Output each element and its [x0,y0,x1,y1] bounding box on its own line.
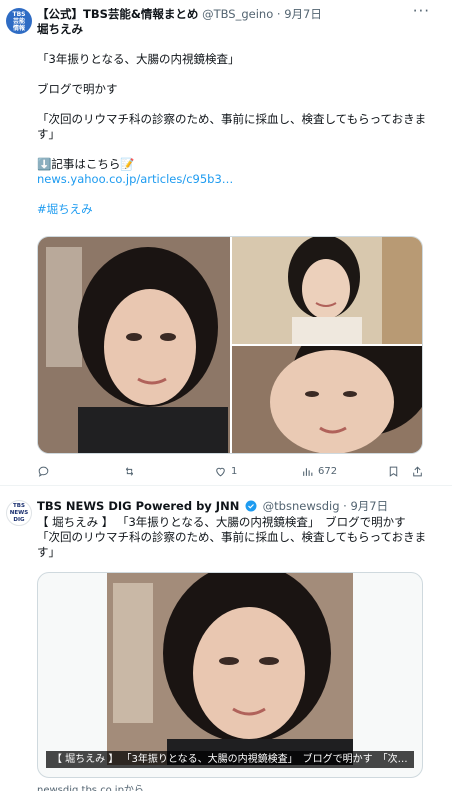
tbs-geino-avatar[interactable]: TBS 芸能 情報 [6,8,32,34]
photo-bottom-right[interactable] [232,346,422,453]
display-name[interactable]: TBS NEWS DIG Powered by JNN [37,499,239,513]
portrait-illustration [107,573,353,765]
reply-icon [38,466,49,477]
tweet-text-line-1: 【 堀ちえみ 】 「3年振りとなる、大腸の内視鏡検査」 ブログで明かす [37,515,406,529]
article-prefix: ⬇️記事はこちら📝 [37,157,135,171]
tweet-body: 【 堀ちえみ 】 「3年振りとなる、大腸の内視鏡検査」 ブログで明かす 「次回の… [37,515,430,560]
article-link[interactable]: news.yahoo.co.jp/articles/c95b3… [37,172,430,187]
tweet-date[interactable]: 9月7日 [350,499,388,513]
photo-grid [37,236,423,454]
retweet-button[interactable] [123,463,140,479]
tbs-news-dig-avatar[interactable]: TBS NEWS DIG [6,500,32,526]
tweet-quote-2: 「次回のリウマチ科の診察のため、事前に採血し、検査してもらっておきます」 [37,112,427,141]
card-caption: 【 堀ちえみ 】 「3年振りとなる、大腸の内視鏡検査」 ブログで明かす 「次… [46,751,414,768]
tweet-line-2: ブログで明かす [37,82,118,96]
avatar-logo-text-2: NEWS [9,510,29,516]
like-count: 1 [231,465,238,477]
handle[interactable]: @tbsnewsdig [263,499,340,513]
tweet-text-line-2: 「次回のリウマチ科の診察のため、事前に採血し、検査してもらっておきま [37,530,427,544]
views-count: 672 [318,465,338,477]
avatar-logo-text-3: 情報 [12,25,25,32]
tweet-text-line-3: す」 [37,545,60,559]
tweet-tbs-news-dig[interactable]: TBS NEWS DIG TBS NEWS DIG Powered by JNN… [0,490,452,791]
views-chart-icon [303,467,313,476]
like-button[interactable]: 1 [214,463,237,479]
separator-dot: · [343,499,347,513]
tweet-actions: 1 672 [37,463,427,479]
share-button[interactable] [411,463,424,479]
separator-dot: · [276,7,281,21]
portrait-illustration-3 [232,346,422,453]
tweet-quote-1: 「3年振りとなる、大腸の内視鏡検査」 [37,52,240,66]
avatar-logo-text: TBS [13,503,25,509]
tweet-date[interactable]: 9月7日 [284,7,322,21]
tweet-body: 堀ちえみ 「3年振りとなる、大腸の内視鏡検査」 ブログで明かす 「次回のリウマチ… [37,22,430,217]
bookmark-button[interactable] [387,463,400,479]
tweet-title: 堀ちえみ [37,22,83,36]
verified-badge-icon [245,500,257,512]
link-card[interactable]: 【 堀ちえみ 】 「3年振りとなる、大腸の内視鏡検査」 ブログで明かす 「次… [37,572,423,778]
reply-button[interactable] [37,463,54,479]
display-name[interactable]: 【公式】TBS芸能&情報まとめ [37,7,198,21]
tweet-tbs-geino[interactable]: TBS 芸能 情報 【公式】TBS芸能&情報まとめ @TBS_geino · 9… [0,0,452,486]
portrait-illustration-2 [232,237,422,344]
retweet-icon [125,466,134,476]
photo-large[interactable] [38,237,230,453]
avatar-logo-text-3: DIG [13,517,25,523]
hashtag-link[interactable]: #堀ちえみ [37,202,430,217]
card-image[interactable] [107,573,353,765]
photo-top-right[interactable] [232,237,422,344]
heart-icon [216,467,225,476]
share-icon [413,465,422,476]
card-domain[interactable]: newsdig.tbs.co.jpから [37,781,144,791]
handle[interactable]: @TBS_geino [202,7,273,21]
portrait-illustration [38,237,230,453]
views-button[interactable]: 672 [301,463,337,479]
tweet-header: TBS NEWS DIG Powered by JNN @tbsnewsdig … [37,498,416,514]
bookmark-icon [389,466,398,477]
tweet-header: 【公式】TBS芸能&情報まとめ @TBS_geino · 9月7日 [37,6,416,22]
more-dots-icon[interactable]: ··· [413,2,430,20]
